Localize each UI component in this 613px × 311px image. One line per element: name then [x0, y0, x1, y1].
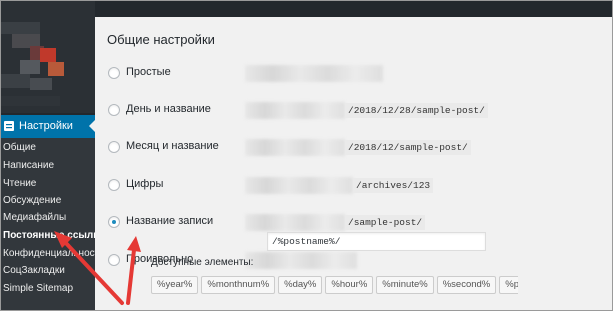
tag-post-id-button[interactable]: %post_id%	[499, 276, 518, 294]
radio-plain[interactable]	[108, 67, 120, 79]
submenu-item-reading[interactable]: Чтение	[3, 178, 95, 189]
radio-custom[interactable]	[108, 254, 120, 266]
blurred-url	[245, 252, 357, 269]
pixelated-menu-area	[0, 0, 95, 113]
admin-sidebar: Настройки Общие Написание Чтение Обсужде…	[0, 0, 95, 311]
tag-hour-button[interactable]: %hour%	[325, 276, 374, 294]
radio-day-name[interactable]	[108, 104, 120, 116]
submenu-item-writing[interactable]: Написание	[3, 160, 95, 171]
radio-post-name[interactable]	[108, 216, 120, 228]
option-post-name: Название записи /sample-post/	[95, 214, 613, 234]
blurred-url	[245, 102, 345, 119]
option-month-name-label: Месяц и название	[126, 140, 219, 152]
radio-numeric[interactable]	[108, 179, 120, 191]
option-plain: Простые	[95, 65, 613, 85]
tag-day-button[interactable]: %day%	[278, 276, 323, 294]
submenu-item-social-bookmarks[interactable]: СоцЗакладки	[3, 265, 95, 276]
tag-minute-button[interactable]: %minute%	[376, 276, 434, 294]
settings-menu-label: Настройки	[19, 120, 73, 132]
option-numeric-label: Цифры	[126, 178, 164, 190]
example-numeric: /archives/123	[353, 178, 434, 193]
option-plain-label: Простые	[126, 66, 171, 78]
custom-structure-input[interactable]: /%postname%/	[267, 232, 486, 251]
available-tags-label: Доступные элементы:	[151, 257, 254, 268]
option-month-name: Месяц и название /2018/12/sample-post/	[95, 139, 613, 159]
option-post-name-label: Название записи	[126, 215, 214, 227]
blurred-url	[245, 139, 345, 156]
submenu-item-permalinks[interactable]: Постоянные ссылки	[3, 230, 95, 241]
example-post-name: /sample-post/	[345, 215, 426, 230]
blurred-url	[245, 65, 383, 82]
section-heading: Общие настройки	[107, 32, 215, 47]
option-day-name-label: День и название	[126, 103, 211, 115]
submenu-item-media[interactable]: Медиафайлы	[3, 212, 95, 223]
settings-submenu: Общие Написание Чтение Обсуждение Медиаф…	[0, 138, 95, 311]
option-day-name: День и название /2018/12/28/sample-post/	[95, 102, 613, 122]
blurred-url	[245, 214, 345, 231]
submenu-item-privacy[interactable]: Конфиденциальность	[3, 248, 95, 259]
submenu-item-discussion[interactable]: Обсуждение	[3, 195, 95, 206]
example-day-name: /2018/12/28/sample-post/	[345, 103, 488, 118]
example-month-name: /2018/12/sample-post/	[345, 140, 471, 155]
tag-monthnum-button[interactable]: %monthnum%	[201, 276, 276, 294]
settings-menu-item[interactable]: Настройки	[0, 115, 95, 138]
radio-month-name[interactable]	[108, 141, 120, 153]
submenu-item-general[interactable]: Общие	[3, 142, 95, 153]
tag-second-button[interactable]: %second%	[436, 276, 497, 294]
tag-year-button[interactable]: %year%	[151, 276, 199, 294]
available-tags: %year% %monthnum% %day% %hour% %minute% %seco…	[151, 276, 518, 294]
submenu-item-simple-sitemap[interactable]: Simple Sitemap	[3, 283, 95, 294]
option-numeric: Цифры /archives/123	[95, 177, 613, 197]
settings-icon	[4, 121, 14, 131]
blurred-url	[245, 177, 353, 194]
